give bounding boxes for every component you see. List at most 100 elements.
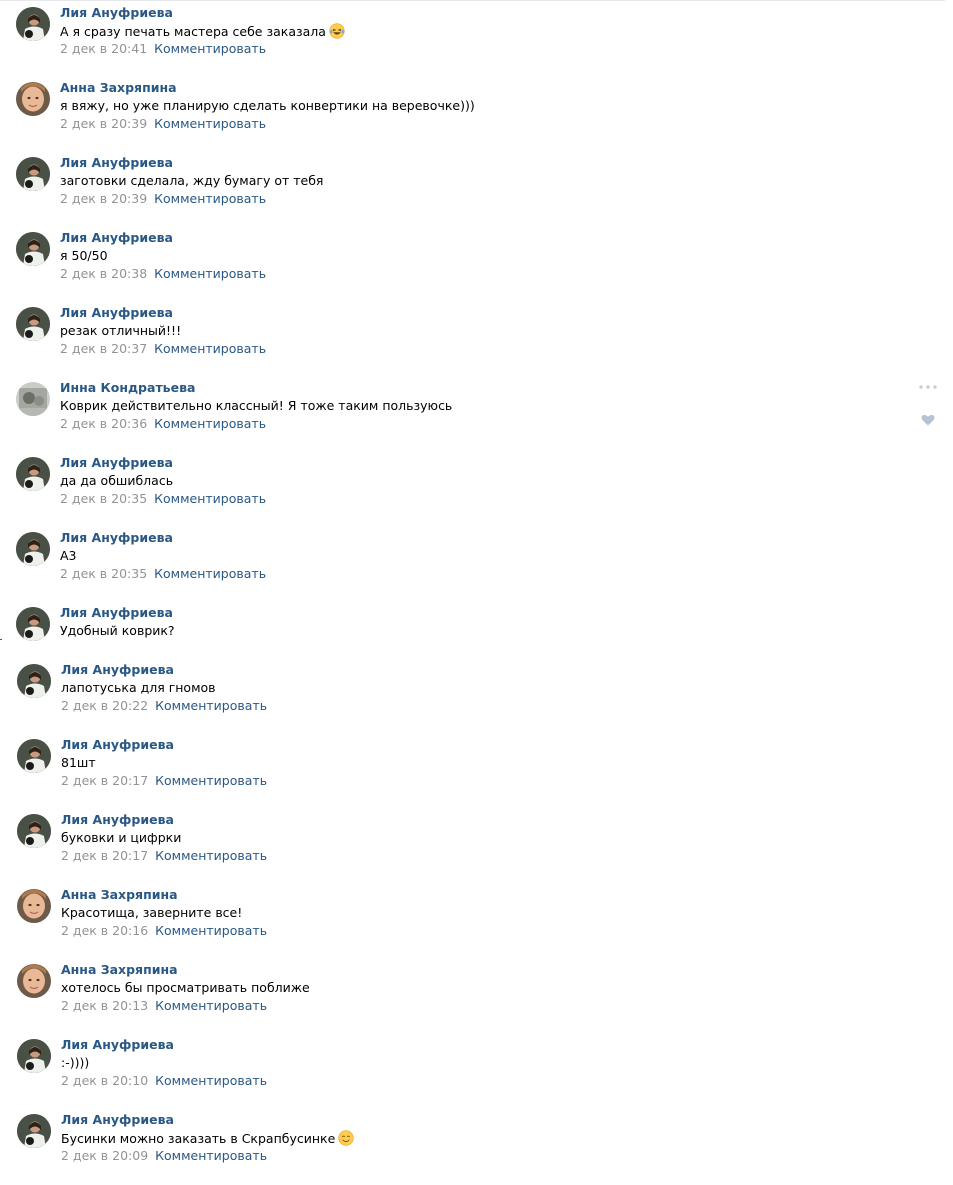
author-name-link[interactable]: Лия Ануфриева <box>60 155 173 170</box>
author-name-link[interactable]: Лия Ануфриева <box>61 1112 174 1127</box>
comment-item: Лия Ануфриева :-)))) 2 дек в 20:10 Комменти… <box>1 1035 946 1101</box>
avatar[interactable] <box>16 157 50 191</box>
avatar[interactable] <box>16 7 50 41</box>
comment-item: Лия Ануфриева лапотуська для гномов 2 дек … <box>1 660 946 726</box>
avatar[interactable] <box>17 964 51 998</box>
more-actions-icon[interactable] <box>918 382 938 392</box>
comment-date-link[interactable]: 2 дек в 20:37 <box>60 341 147 356</box>
comment-item: Инна Кондратьева Коврик действительно кла… <box>0 378 945 444</box>
comment-text: А3 <box>60 548 77 563</box>
reply-button[interactable]: Комментировать <box>155 848 267 863</box>
comment-text-content: Удобный коврик? <box>60 623 175 638</box>
comment-meta: 2 дек в 20:35 Комментировать <box>60 566 266 581</box>
reply-button[interactable]: Комментировать <box>154 416 266 431</box>
comment-date-link[interactable]: 2 дек в 20:35 <box>60 491 147 506</box>
reply-button[interactable]: Комментировать <box>154 116 266 131</box>
avatar[interactable] <box>17 1114 51 1148</box>
reply-button[interactable]: Комментировать <box>155 1073 267 1088</box>
comment-date-link[interactable]: 2 дек в 20:41 <box>60 41 147 56</box>
comment-text: я вяжу, но уже планирую сделать конверти… <box>60 98 475 113</box>
comment-item: Лия Ануфриева буковки и цифрки 2 дек в 20:… <box>1 810 946 876</box>
reply-button[interactable]: Комментировать <box>154 491 266 506</box>
author-name-link[interactable]: Лия Ануфриева <box>60 305 173 320</box>
avatar[interactable] <box>17 889 51 923</box>
reply-button[interactable]: Комментировать <box>155 998 267 1013</box>
comment-meta: 2 дек в 20:39 Комментировать <box>60 191 266 206</box>
comment-text: я 50/50 <box>60 248 108 263</box>
comment-date-link[interactable]: 2 дек в 20:22 <box>61 698 148 713</box>
comment-meta: 2 дек в 20:39 Комментировать <box>60 116 266 131</box>
comment-date-link[interactable]: 2 дек в 20:35 <box>60 566 147 581</box>
author-name-link[interactable]: Лия Ануфриева <box>60 605 173 620</box>
like-heart-icon[interactable] <box>921 414 935 426</box>
reply-button[interactable]: Комментировать <box>155 773 267 788</box>
author-name-link[interactable]: Лия Ануфриева <box>61 662 174 677</box>
comment-date-link[interactable]: 2 дек в 20:10 <box>61 1073 148 1088</box>
reply-button[interactable]: Комментировать <box>154 266 266 281</box>
comment-text: да да обшиблась <box>60 473 173 488</box>
comment-text-content: :-)))) <box>61 1055 90 1070</box>
comment-item: Лия Ануфриева резак отличный!!! 2 дек в 20… <box>0 303 945 369</box>
reply-button[interactable]: Комментировать <box>154 341 266 356</box>
avatar[interactable] <box>16 607 50 641</box>
comment-date-link[interactable]: 2 дек в 20:17 <box>61 848 148 863</box>
comment-date-link[interactable]: 2 дек в 20:09 <box>61 1148 148 1163</box>
comment-text-content: 81шт <box>61 755 96 770</box>
comment-meta: 2 дек в 20:09 Комментировать <box>61 1148 267 1163</box>
reply-button[interactable]: Комментировать <box>155 1148 267 1163</box>
comment-meta: 2 дек в 20:13 Комментировать <box>61 998 267 1013</box>
avatar[interactable] <box>16 232 50 266</box>
comment-text-content: да да обшиблась <box>60 473 174 488</box>
comment-item: Лия Ануфриева заготовки сделала, жду бума… <box>0 153 945 219</box>
comment-text-content: заготовки сделала, жду бумагу от тебя <box>60 173 324 188</box>
comment-text: буковки и цифрки <box>61 830 181 845</box>
comment-date-link[interactable]: 2 дек в 20:39 <box>60 191 147 206</box>
avatar[interactable] <box>16 382 50 416</box>
author-name-link[interactable]: Лия Ануфриева <box>60 530 173 545</box>
author-name-link[interactable]: Инна Кондратьева <box>60 380 195 395</box>
reply-button[interactable]: Комментировать <box>154 566 266 581</box>
author-name-link[interactable]: Лия Ануфриева <box>61 737 174 752</box>
author-name-link[interactable]: Лия Ануфриева <box>61 1037 174 1052</box>
avatar[interactable] <box>16 307 50 341</box>
author-name-link[interactable]: Анна Захряпина <box>61 887 178 902</box>
laughing-tears-emoji-icon <box>329 23 345 39</box>
author-name-link[interactable]: Лия Ануфриева <box>60 455 173 470</box>
comment-item: Анна Захряпина Красотища, заверните все! 2… <box>1 885 946 951</box>
comment-item: Анна Захряпина я вяжу, но уже планирую сд… <box>0 78 945 144</box>
comment-date-link[interactable]: 2 дек в 20:16 <box>61 923 148 938</box>
author-name-link[interactable]: Лия Ануфриева <box>61 812 174 827</box>
comment-date-link[interactable]: 2 дек в 20:36 <box>60 416 147 431</box>
comment-item: Лия Ануфриева Бусинки можно заказать в Ск… <box>1 1110 946 1176</box>
comment-date-link[interactable]: 2 дек в 20:39 <box>60 116 147 131</box>
avatar[interactable] <box>16 532 50 566</box>
comment-text: Коврик действительно классный! Я тоже та… <box>60 398 452 413</box>
avatar[interactable] <box>17 664 51 698</box>
author-name-link[interactable]: Анна Захряпина <box>60 80 177 95</box>
avatar[interactable] <box>16 457 50 491</box>
top-divider <box>0 0 945 1</box>
avatar[interactable] <box>17 739 51 773</box>
comment-meta: 2 дек в 20:38 Комментировать <box>60 266 266 281</box>
comment-meta: 2 дек в 20:35 Комментировать <box>60 491 266 506</box>
reply-button[interactable]: Комментировать <box>155 698 267 713</box>
reply-button[interactable]: Комментировать <box>154 41 266 56</box>
comment-item: Лия Ануфриева я 50/50 2 дек в 20:38 Коммент… <box>0 228 945 294</box>
comment-date-link[interactable]: 2 дек в 20:13 <box>61 998 148 1013</box>
reply-button[interactable]: Комментировать <box>155 923 267 938</box>
author-name-link[interactable]: Лия Ануфриева <box>60 5 173 20</box>
comment-date-link[interactable]: 2 дек в 20:17 <box>61 773 148 788</box>
comment-date-link[interactable]: 2 дек в 20:38 <box>60 266 147 281</box>
author-name-link[interactable]: Лия Ануфриева <box>60 230 173 245</box>
author-name-link[interactable]: Анна Захряпина <box>61 962 178 977</box>
comment-item: Лия Ануфриева 81шт 2 дек в 20:17 Комментиро… <box>1 735 946 801</box>
avatar[interactable] <box>17 1039 51 1073</box>
smiling-face-emoji-icon <box>338 1130 354 1146</box>
avatar[interactable] <box>16 82 50 116</box>
avatar[interactable] <box>17 814 51 848</box>
comment-text-content: я вяжу, но уже планирую сделать конверти… <box>60 98 475 113</box>
comment-meta: 2 дек в 20:36 Комментировать <box>60 416 266 431</box>
comment-text: хотелось бы просматривать поближе <box>61 980 310 995</box>
comment-meta: 2 дек в 20:16 Комментировать <box>61 923 267 938</box>
reply-button[interactable]: Комментировать <box>154 191 266 206</box>
